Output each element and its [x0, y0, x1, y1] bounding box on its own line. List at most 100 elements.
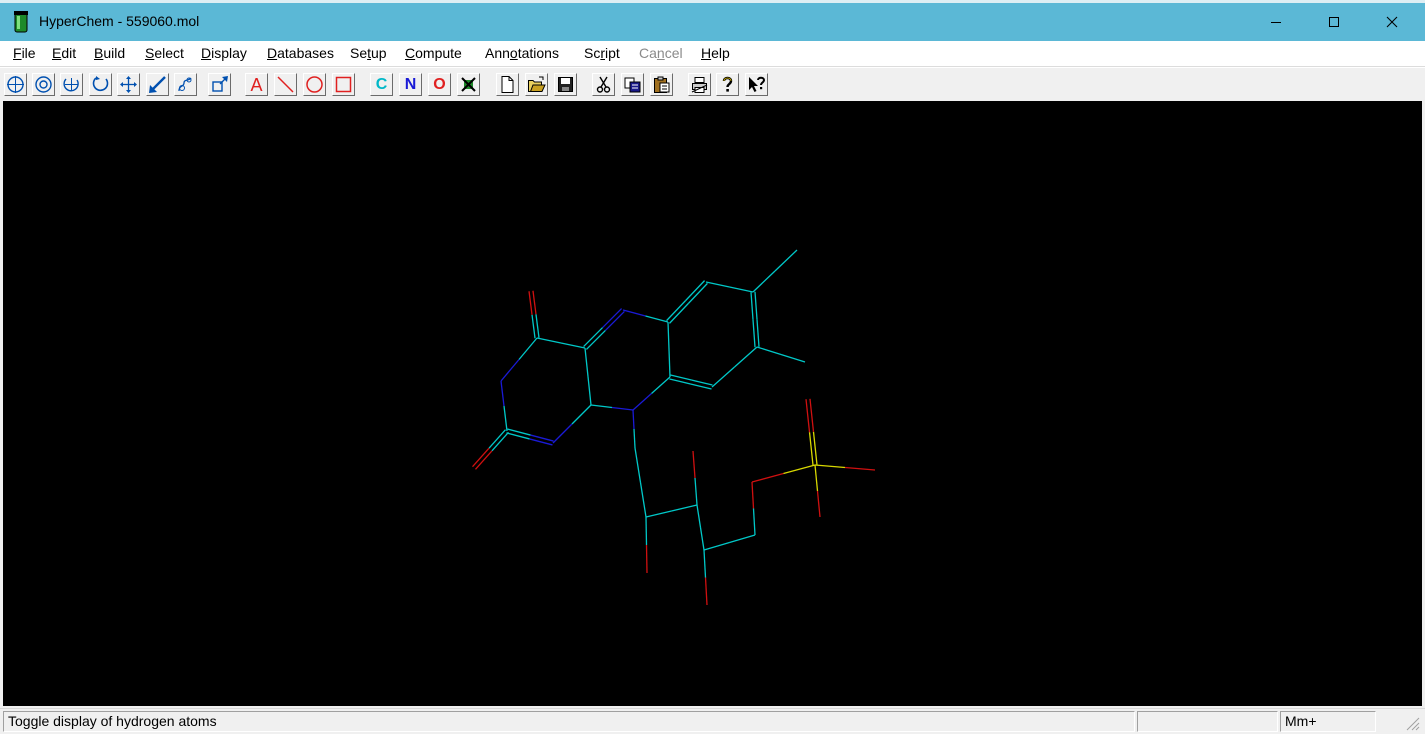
nitrogen-element-button[interactable]: N	[399, 73, 422, 96]
molecule-workspace[interactable]	[3, 101, 1422, 706]
bond-segment	[532, 290, 537, 315]
title-bar[interactable]: HyperChem - 559060.mol	[0, 0, 1425, 41]
bond-segment	[703, 541, 730, 551]
line-annotation-button[interactable]	[274, 73, 297, 96]
bond-segment	[814, 464, 846, 469]
copy-button[interactable]	[621, 73, 644, 96]
bond-segment	[584, 347, 589, 377]
minimize-icon	[1271, 22, 1281, 23]
target-circle-icon	[35, 76, 52, 93]
bond-segment	[632, 409, 635, 430]
bond-segment	[500, 359, 520, 382]
bond-segment	[639, 482, 647, 518]
bond-segment	[671, 504, 698, 512]
bond-segment	[518, 337, 538, 360]
resize-grip-icon[interactable]	[1404, 715, 1420, 731]
floppy-disk-icon	[558, 77, 573, 92]
carbon-element-button[interactable]: C	[370, 73, 393, 96]
bond-segment	[752, 319, 756, 348]
rectangle-annotation-button[interactable]	[332, 73, 355, 96]
clip-box-icon	[212, 76, 228, 92]
menu-build[interactable]: Build	[94, 45, 125, 61]
context-help-button[interactable]	[745, 73, 768, 96]
menu-compute[interactable]: Compute	[405, 45, 462, 61]
print-button[interactable]	[688, 73, 711, 96]
hyperchem-app-icon	[14, 11, 28, 33]
status-panel-empty	[1137, 711, 1278, 732]
bond-segment	[703, 549, 707, 578]
bond-segment	[622, 309, 646, 317]
bond-segment	[729, 534, 756, 544]
ellipse-annotation-button[interactable]	[303, 73, 326, 96]
cut-button[interactable]	[592, 73, 615, 96]
paste-button[interactable]	[650, 73, 673, 96]
text-annotation-button[interactable]: A	[245, 73, 268, 96]
select-tool-button[interactable]	[32, 73, 55, 96]
menu-help[interactable]: Help	[701, 45, 730, 61]
z-translate-tool-button[interactable]	[146, 73, 169, 96]
bond-segment	[503, 405, 508, 432]
bond-segment	[604, 310, 625, 331]
bond-segment	[783, 464, 816, 475]
minimize-button[interactable]	[1247, 4, 1305, 40]
oxygen-element-button[interactable]: O	[428, 73, 451, 96]
bond-segment	[552, 423, 573, 444]
bond-segment	[711, 366, 735, 388]
draw-tool-button[interactable]	[4, 73, 27, 96]
zoom-spring-icon	[178, 77, 192, 92]
bond-segment	[645, 510, 672, 518]
bond-segment	[633, 428, 636, 449]
menu-display[interactable]: Display	[201, 45, 247, 61]
bond-segment	[734, 346, 758, 368]
bond-segment	[645, 516, 648, 546]
close-button[interactable]	[1363, 4, 1421, 40]
zoom-tool-button[interactable]	[174, 73, 197, 96]
bond-segment	[809, 398, 815, 432]
menu-cancel: Cancel	[639, 45, 683, 61]
menu-file[interactable]: File	[13, 45, 36, 61]
bond-segment	[692, 450, 696, 479]
bond-segment	[694, 477, 698, 506]
menu-annotations[interactable]: Annotations	[485, 45, 559, 61]
bond-segment	[500, 380, 505, 407]
bond-segment	[751, 481, 755, 509]
bond-segment	[611, 406, 634, 411]
title-bar-top-strip	[0, 0, 1425, 3]
bond-segment	[750, 292, 754, 320]
menu-edit[interactable]: Edit	[52, 45, 76, 61]
menu-select[interactable]: Select	[145, 45, 184, 61]
open-file-button[interactable]	[525, 73, 548, 96]
menu-databases[interactable]: Databases	[267, 45, 334, 61]
bond-segment	[666, 300, 687, 322]
new-file-button[interactable]	[496, 73, 519, 96]
rotate-out-of-plane-button[interactable]	[60, 73, 83, 96]
bond-segment	[602, 308, 623, 329]
rotate-in-plane-button[interactable]	[89, 73, 112, 96]
bond-segment	[668, 302, 689, 324]
menu-setup[interactable]: Setup	[350, 45, 387, 61]
bond-segment	[651, 376, 671, 394]
oxygen-o-icon: O	[433, 75, 446, 93]
toolbar: A C N O	[0, 67, 1425, 102]
bond-segment	[774, 249, 798, 272]
bond-segment	[645, 544, 648, 574]
bond-segment	[751, 472, 784, 483]
maximize-button[interactable]	[1305, 4, 1363, 40]
bond-segment	[634, 447, 642, 483]
nitrogen-n-icon: N	[404, 75, 417, 93]
bond-segment	[687, 282, 708, 304]
help-button[interactable]	[716, 73, 739, 96]
bond-segment	[705, 281, 730, 288]
bond-segment	[632, 393, 652, 411]
translate-tool-button[interactable]	[117, 73, 140, 96]
bond-segment	[645, 315, 669, 323]
carbon-c-icon: C	[375, 75, 388, 93]
z-clip-tool-button[interactable]	[208, 73, 231, 96]
text-a-icon: A	[250, 74, 263, 95]
periodic-table-button[interactable]	[457, 73, 480, 96]
bond-segment	[844, 466, 876, 471]
bond-segment	[754, 291, 758, 320]
save-file-button[interactable]	[554, 73, 577, 96]
bond-segment	[814, 464, 819, 492]
menu-script[interactable]: Script	[584, 45, 620, 61]
